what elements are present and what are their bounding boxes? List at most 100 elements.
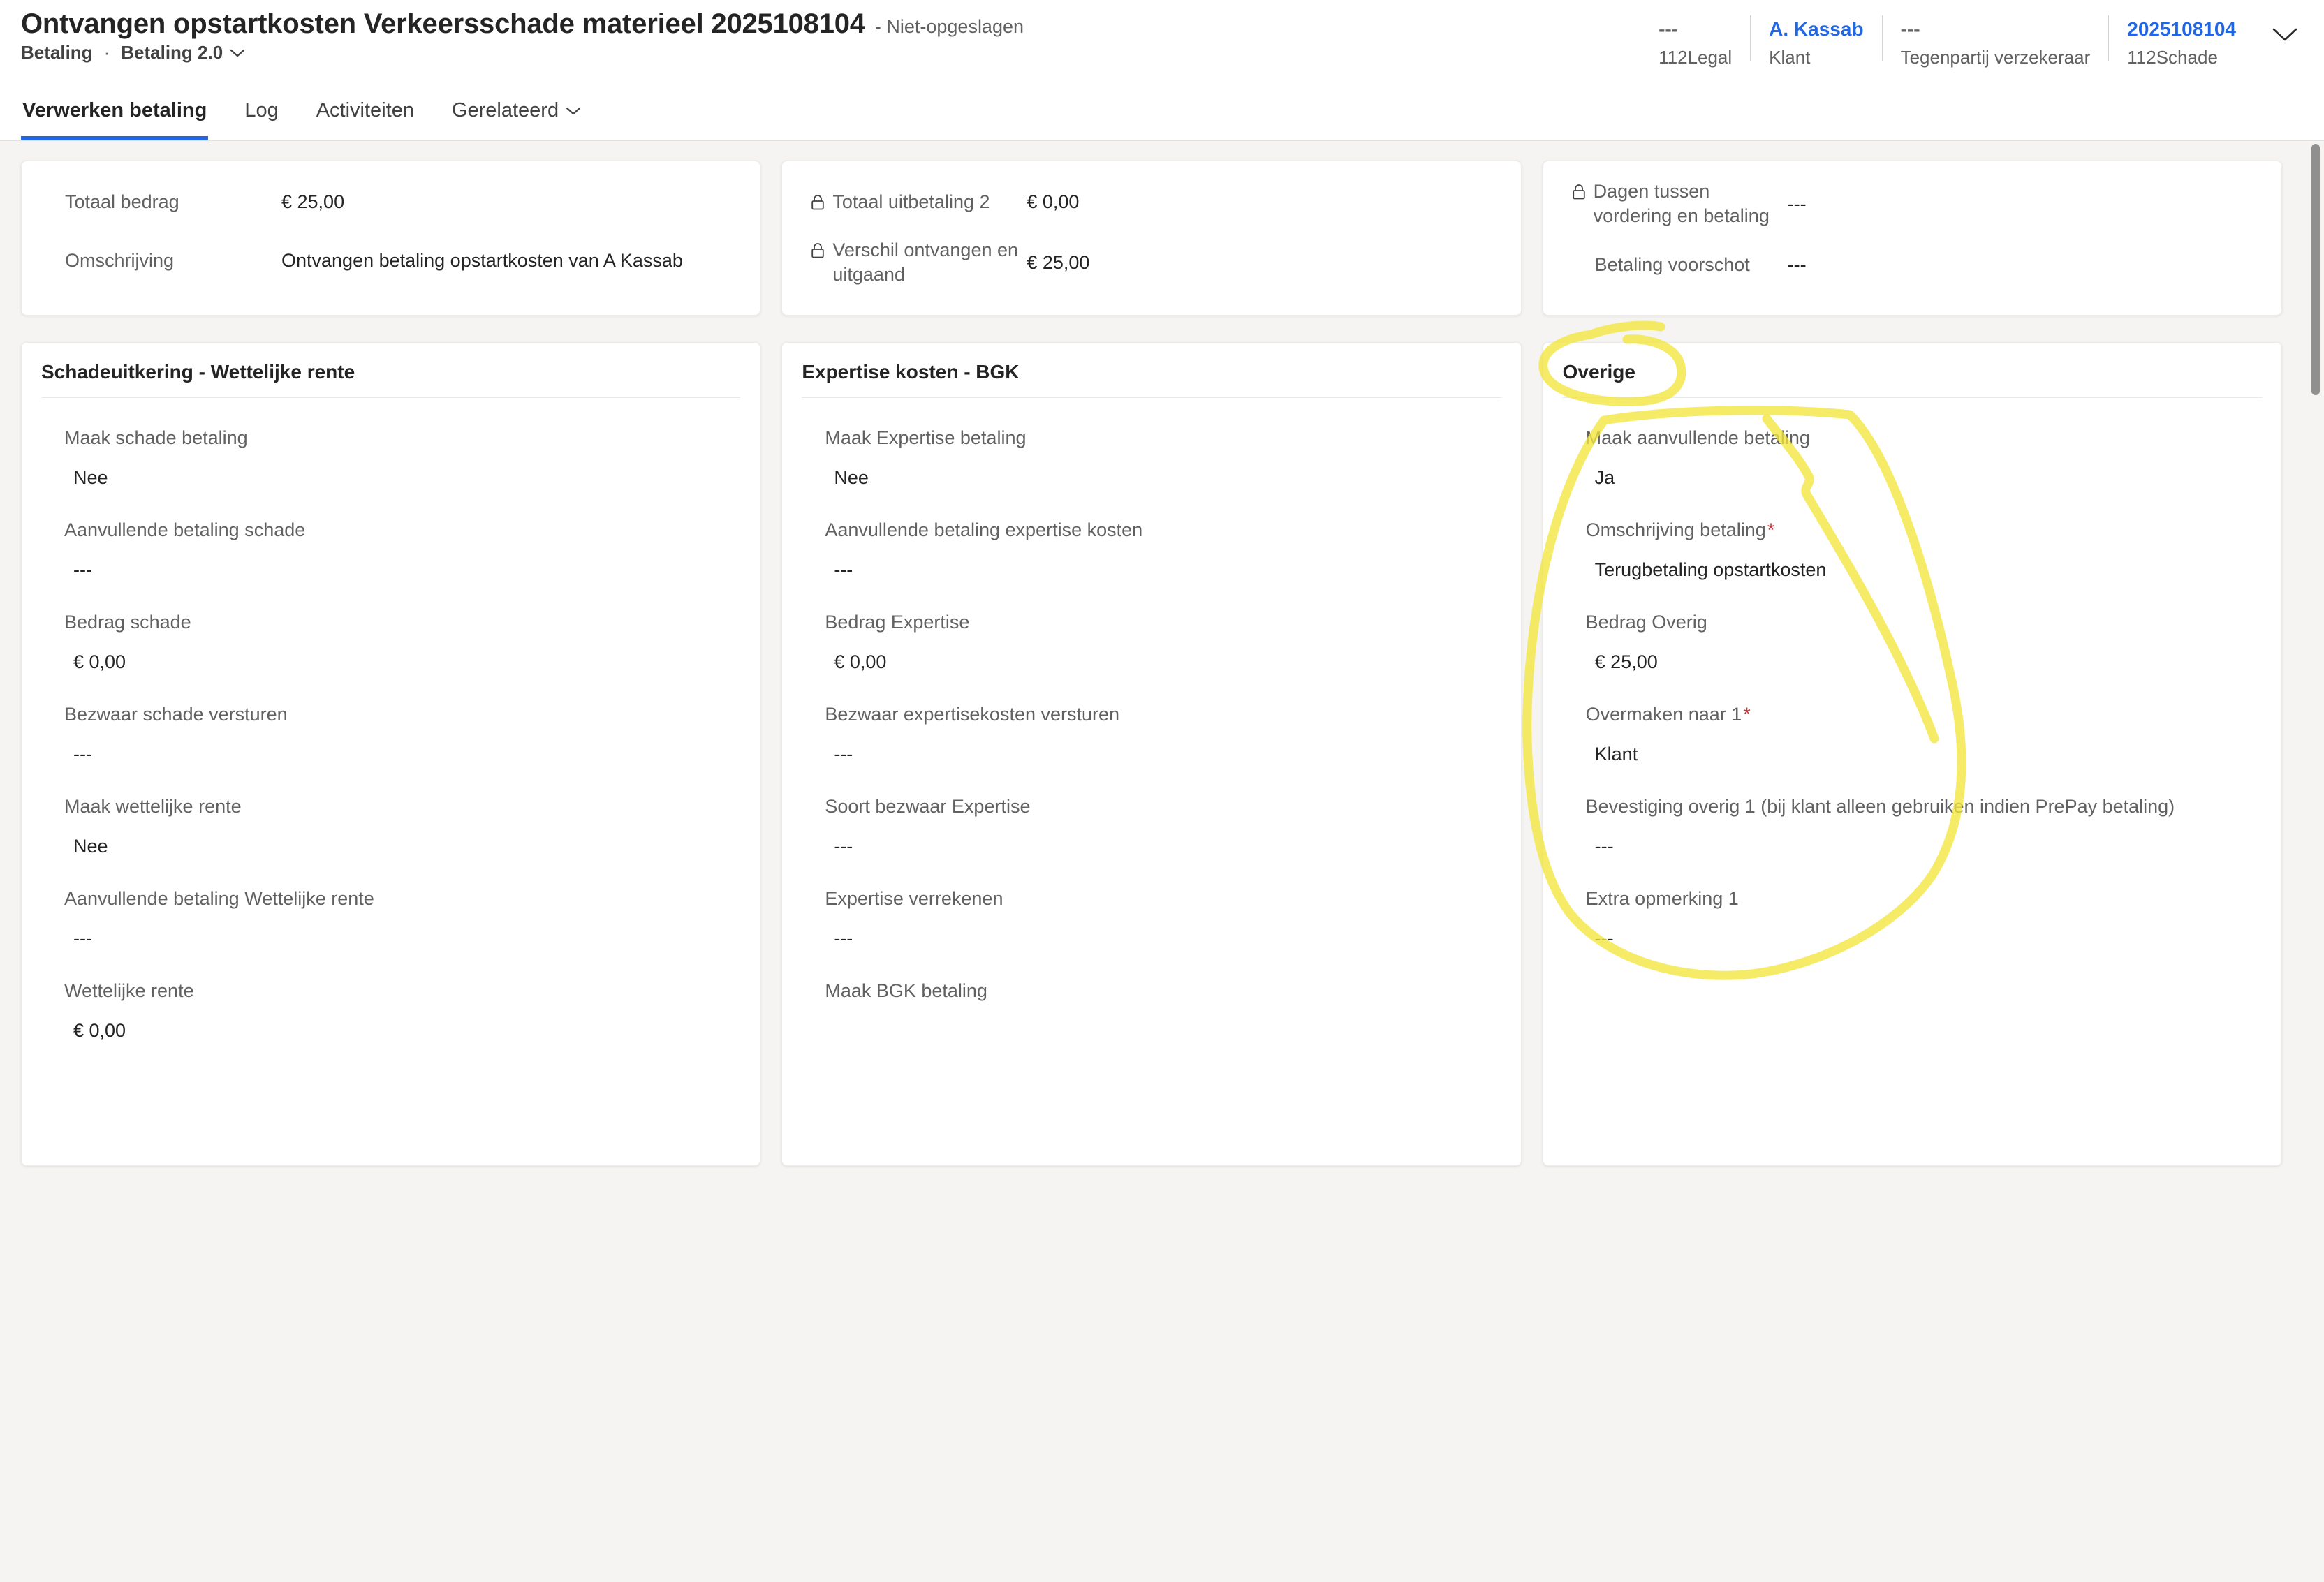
tab-gerelateerd[interactable]: Gerelateerd <box>450 99 582 140</box>
field-dagen-tussen-vordering: Dagen tussen vordering en betaling --- <box>1563 179 2262 228</box>
required-asterisk: * <box>1767 519 1775 540</box>
field-label: Omschrijving <box>65 249 175 271</box>
field-maak-wettelijke-rente: Maak wettelijke rente Nee <box>64 796 740 857</box>
field-value[interactable]: --- <box>1586 836 2262 857</box>
field-label: Bezwaar expertisekosten versturen <box>825 704 1120 725</box>
field-value[interactable]: Ontvangen betaling opstartkosten van A K… <box>281 249 683 273</box>
field-label: Maak schade betaling <box>64 427 248 448</box>
field-value[interactable]: --- <box>1788 253 1807 277</box>
field-value[interactable]: Nee <box>825 467 1501 488</box>
tab-verwerken-betaling[interactable]: Verwerken betaling <box>21 99 209 140</box>
header-summary: --- 112Legal A. Kassab Klant --- Tegenpa… <box>1640 14 2299 68</box>
field-label: Totaal uitbetaling 2 <box>832 191 990 212</box>
field-aanvullende-betaling-schade: Aanvullende betaling schade --- <box>64 519 740 580</box>
record-type-label: Betaling <box>21 42 93 63</box>
summary-value: --- <box>1659 18 1679 40</box>
field-omschrijving: Omschrijving Ontvangen betaling opstartk… <box>41 238 740 283</box>
summary-field-schade: 2025108104 112Schade <box>2109 14 2254 68</box>
summary-value: --- <box>1900 18 1920 40</box>
field-aanvullende-betaling-wettelijke-rente: Aanvullende betaling Wettelijke rente --… <box>64 888 740 949</box>
field-bedrag-schade: Bedrag schade € 0,00 <box>64 612 740 672</box>
card-uitbetaling: Totaal uitbetaling 2 € 0,00 Verschil ont… <box>781 161 1522 316</box>
field-label: Bezwaar schade versturen <box>64 704 288 725</box>
section-title: Expertise kosten - BGK <box>802 361 1020 383</box>
summary-field-112legal: --- 112Legal <box>1640 14 1750 68</box>
field-label: Maak wettelijke rente <box>64 796 242 817</box>
field-verschil-ontvangen-uitgaand: Verschil ontvangen en uitgaand € 25,00 <box>802 238 1501 287</box>
field-betaling-voorschot: Betaling voorschot --- <box>1563 242 2262 287</box>
field-label: Aanvullende betaling schade <box>64 519 306 540</box>
schade-link[interactable]: 2025108104 <box>2127 18 2236 40</box>
section-title: Overige <box>1562 361 1635 383</box>
chevron-down-icon <box>230 48 245 58</box>
field-maak-aanvullende-betaling: Maak aanvullende betaling Ja <box>1586 427 2262 488</box>
tab-log[interactable]: Log <box>243 99 279 140</box>
field-value[interactable]: --- <box>1586 928 2262 949</box>
field-label: Maak aanvullende betaling <box>1585 427 1810 448</box>
summary-label: 112Schade <box>2127 47 2218 68</box>
field-bedrag-expertise: Bedrag Expertise € 0,00 <box>825 612 1501 672</box>
field-value[interactable]: --- <box>64 744 740 764</box>
field-label: Verschil ontvangen en uitgaand <box>832 239 1019 285</box>
field-value[interactable]: --- <box>825 836 1501 857</box>
field-value[interactable]: Nee <box>64 467 740 488</box>
field-label: Maak Expertise betaling <box>825 427 1027 448</box>
field-value[interactable]: --- <box>825 744 1501 764</box>
field-label: Aanvullende betaling Wettelijke rente <box>64 888 374 909</box>
record-header: Ontvangen opstartkosten Verkeersschade m… <box>0 0 2324 141</box>
field-value[interactable]: --- <box>825 559 1501 580</box>
summary-field-tegenpartij: --- Tegenpartij verzekeraar <box>1883 14 2109 68</box>
field-value[interactable]: --- <box>825 928 1501 949</box>
klant-link[interactable]: A. Kassab <box>1769 18 1863 40</box>
breadcrumb-separator: · <box>103 42 110 63</box>
field-label: Extra opmerking 1 <box>1585 888 1739 909</box>
title-row: Ontvangen opstartkosten Verkeersschade m… <box>21 8 1024 40</box>
field-value[interactable]: Nee <box>64 836 740 857</box>
field-value[interactable]: € 25,00 <box>281 190 344 214</box>
form-selector-label: Betaling 2.0 <box>121 42 223 63</box>
field-value[interactable]: --- <box>64 928 740 949</box>
form-body: Totaal bedrag € 25,00 Omschrijving Ontva… <box>0 142 2324 1582</box>
expand-header-chevron-icon[interactable] <box>2271 27 2299 43</box>
tab-activiteiten[interactable]: Activiteiten <box>315 99 415 140</box>
summary-label: 112Legal <box>1659 47 1733 68</box>
field-label: Soort bezwaar Expertise <box>825 796 1031 817</box>
field-extra-opmerking-1: Extra opmerking 1 --- <box>1586 888 2262 949</box>
form-selector[interactable]: Betaling 2.0 <box>121 42 245 64</box>
field-value[interactable]: € 0,00 <box>64 651 740 672</box>
field-label: Omschrijving betaling* <box>1585 519 1775 540</box>
field-value[interactable]: € 0,00 <box>825 651 1501 672</box>
field-label: Expertise verrekenen <box>825 888 1003 909</box>
field-omschrijving-betaling: Omschrijving betaling* Terugbetaling ops… <box>1586 519 2262 580</box>
vertical-scrollbar[interactable] <box>2311 144 2320 395</box>
field-label: Totaal bedrag <box>65 191 179 212</box>
field-maak-schade-betaling: Maak schade betaling Nee <box>64 427 740 488</box>
field-expertise-verrekenen: Expertise verrekenen --- <box>825 888 1501 949</box>
field-aanvullende-betaling-expertise: Aanvullende betaling expertise kosten --… <box>825 519 1501 580</box>
field-bevestiging-overig-1: Bevestiging overig 1 (bij klant alleen g… <box>1586 796 2262 857</box>
field-value[interactable]: Klant <box>1586 744 2262 764</box>
field-totaal-uitbetaling-2: Totaal uitbetaling 2 € 0,00 <box>802 179 1501 224</box>
card-schadeuitkering: Schadeuitkering - Wettelijke rente Maak … <box>21 342 761 1166</box>
field-label: Bedrag schade <box>64 612 191 633</box>
card-expertise-bgk: Expertise kosten - BGK Maak Expertise be… <box>781 342 1522 1166</box>
field-label: Maak BGK betaling <box>825 980 987 1001</box>
summary-label: Tegenpartij verzekeraar <box>1900 47 2091 68</box>
tab-bar: Verwerken betaling Log Activiteiten Gere… <box>21 99 582 140</box>
field-bedrag-overig: Bedrag Overig € 25,00 <box>1586 612 2262 672</box>
summary-label: Klant <box>1769 47 1811 68</box>
save-status: - Niet-opgeslagen <box>874 16 1024 37</box>
field-value[interactable]: --- <box>64 559 740 580</box>
field-value[interactable]: Terugbetaling opstartkosten <box>1586 559 2262 580</box>
card-totaal: Totaal bedrag € 25,00 Omschrijving Ontva… <box>21 161 761 316</box>
field-value[interactable]: Ja <box>1586 467 2262 488</box>
divider <box>1562 397 2262 398</box>
field-label: Wettelijke rente <box>64 980 194 1001</box>
field-wettelijke-rente: Wettelijke rente € 0,00 <box>64 980 740 1041</box>
field-label: Bedrag Overig <box>1585 612 1707 633</box>
field-value[interactable]: € 25,00 <box>1586 651 2262 672</box>
chevron-down-icon <box>566 106 581 116</box>
field-label: Dagen tussen vordering en betaling <box>1593 181 1770 226</box>
field-totaal-bedrag: Totaal bedrag € 25,00 <box>41 179 740 224</box>
page-title: Ontvangen opstartkosten Verkeersschade m… <box>21 8 865 39</box>
